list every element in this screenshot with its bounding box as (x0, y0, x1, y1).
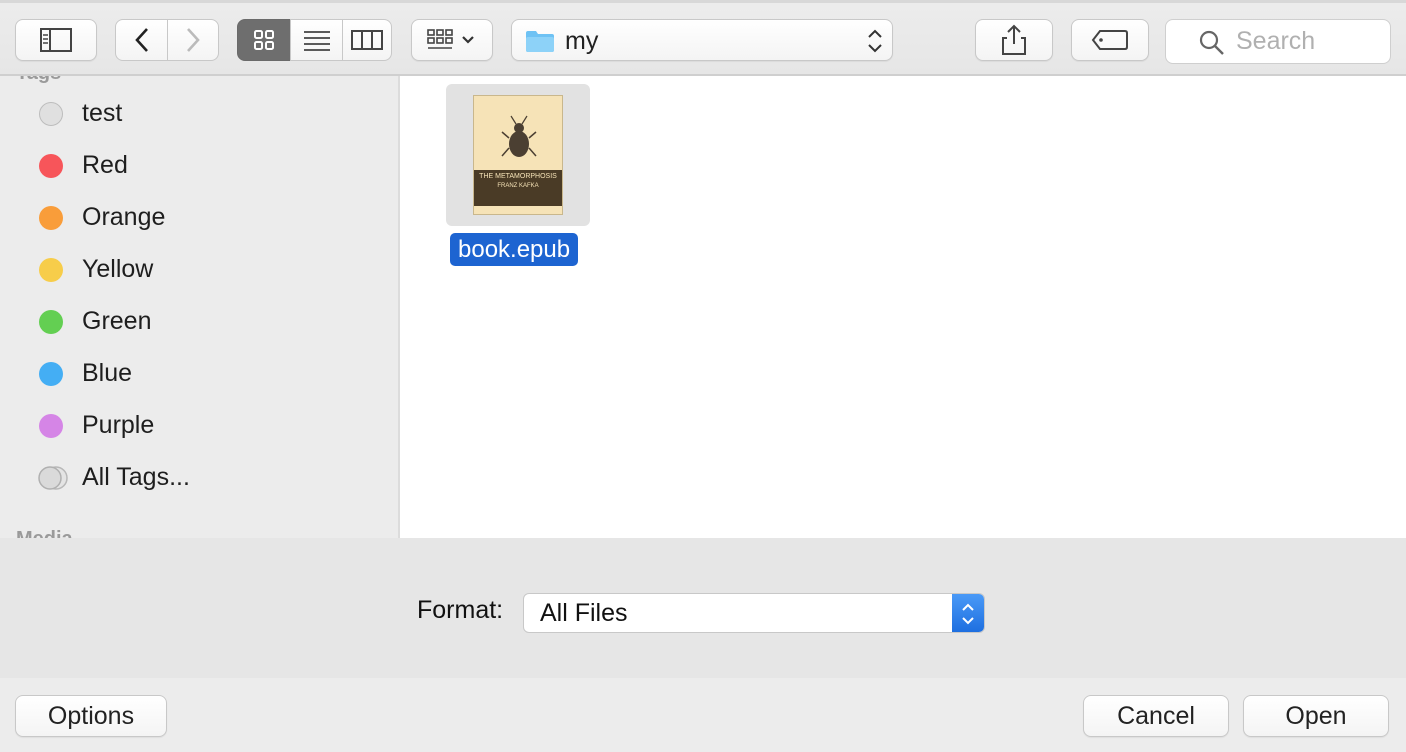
dialog-button-bar: Options Cancel Open (0, 678, 1406, 752)
sidebar-tag-red[interactable]: Red (0, 141, 398, 193)
forward-button[interactable] (167, 19, 219, 61)
sidebar-tag-orange[interactable]: Orange (0, 193, 398, 245)
sidebar-section-media: Media (16, 528, 73, 538)
tag-label: Yellow (82, 255, 154, 283)
tag-button[interactable] (1071, 19, 1149, 61)
sidebar-icon (40, 28, 72, 52)
chevron-updown-icon (868, 29, 882, 53)
book-title-band: THE METAMORPHOSIS FRANZ KAFKA (474, 170, 562, 206)
icon-view-button[interactable] (237, 19, 291, 61)
list-view-button[interactable] (290, 19, 343, 61)
tag-label: Green (82, 307, 152, 335)
beetle-illustration-icon (501, 115, 537, 157)
options-button-label: Options (47, 701, 135, 730)
format-select-arrow[interactable] (952, 594, 984, 632)
sidebar-tag-blue[interactable]: Blue (0, 349, 398, 401)
file-name-label[interactable]: book.epub (450, 233, 579, 266)
all-tags-icon (38, 466, 68, 490)
back-button[interactable] (115, 19, 168, 61)
column-view-button[interactable] (342, 19, 392, 61)
tag-label: All Tags... (82, 463, 190, 491)
toolbar: my Search (0, 0, 1406, 76)
book-cover-image: THE METAMORPHOSIS FRANZ KAFKA (473, 95, 563, 215)
file-browser: THE METAMORPHOSIS FRANZ KAFKA book.epub (400, 76, 1406, 538)
format-panel: Format: All Files (0, 538, 1406, 678)
format-label: Format: (417, 596, 504, 624)
format-value: All Files (540, 599, 628, 627)
arrange-grid-icon (427, 29, 474, 49)
search-placeholder: Search (1236, 27, 1316, 55)
book-title: THE METAMORPHOSIS (479, 173, 557, 180)
open-button-label: Open (1285, 701, 1347, 730)
sidebar-tag-purple[interactable]: Purple (0, 401, 398, 453)
tag-label: Purple (82, 411, 155, 439)
format-select[interactable]: All Files (523, 593, 985, 633)
cancel-button-label: Cancel (1117, 701, 1195, 730)
tag-icon (1091, 30, 1128, 50)
path-popup[interactable]: my (511, 19, 893, 61)
chevron-left-icon (134, 28, 148, 52)
book-author: FRANZ KAFKA (497, 183, 539, 189)
list-icon (303, 31, 330, 51)
sidebar-tag-test[interactable]: test (0, 89, 398, 141)
open-button[interactable]: Open (1243, 695, 1389, 737)
sidebar-tag-green[interactable]: Green (0, 297, 398, 349)
tag-dot-icon (39, 414, 63, 438)
chevron-right-icon (187, 28, 200, 52)
sidebar-toggle-button[interactable] (15, 19, 97, 61)
sidebar: Tags test Red Orange Yellow Green Blue P… (0, 76, 400, 538)
tag-dot-icon (39, 206, 63, 230)
tag-dot-icon (39, 362, 63, 386)
file-thumbnail[interactable]: THE METAMORPHOSIS FRANZ KAFKA (446, 84, 590, 226)
sidebar-all-tags[interactable]: All Tags... (0, 453, 398, 505)
columns-icon (351, 30, 383, 50)
tag-dot-icon (39, 310, 63, 334)
chevron-updown-icon (962, 603, 974, 625)
tag-dot-icon (39, 154, 63, 178)
tag-label: Orange (82, 203, 166, 231)
sidebar-tag-yellow[interactable]: Yellow (0, 245, 398, 297)
search-icon (1199, 30, 1224, 55)
share-icon (1002, 24, 1026, 55)
arrange-button[interactable] (411, 19, 493, 61)
tag-label: Blue (82, 359, 133, 387)
options-button[interactable]: Options (15, 695, 167, 737)
share-button[interactable] (975, 19, 1053, 61)
sidebar-section-tags: Tags (16, 76, 61, 85)
tag-dot-icon (39, 102, 63, 126)
path-label: my (565, 27, 599, 55)
tag-label: Red (82, 151, 128, 179)
tag-dot-icon (39, 258, 63, 282)
cancel-button[interactable]: Cancel (1083, 695, 1229, 737)
search-field[interactable]: Search (1165, 19, 1391, 64)
tag-label: test (82, 99, 123, 127)
folder-icon (526, 31, 554, 52)
grid-icon (254, 30, 274, 50)
